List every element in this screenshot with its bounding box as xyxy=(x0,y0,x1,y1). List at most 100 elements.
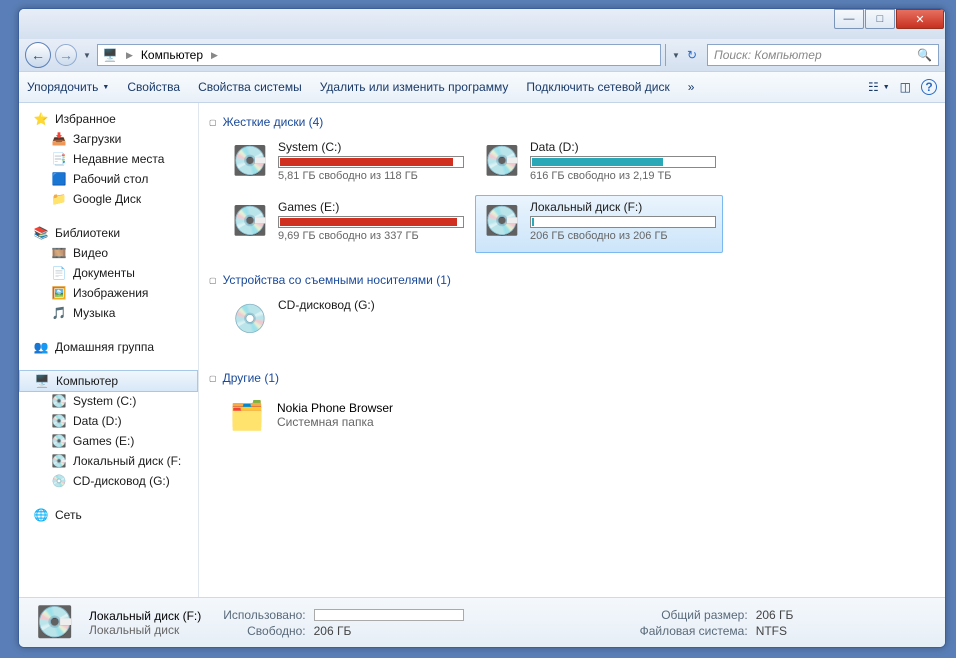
cd-icon: 💿 xyxy=(51,473,67,489)
sidebar-item-pictures[interactable]: 🖼️Изображения xyxy=(19,283,198,303)
nav-history-dropdown[interactable]: ▼ xyxy=(81,44,93,66)
video-icon: 🎞️ xyxy=(51,245,67,261)
drive-tile[interactable]: 💽System (C:)5,81 ГБ свободно из 118 ГБ xyxy=(223,135,471,193)
computer-icon: 🖥️ xyxy=(102,47,118,63)
more-commands[interactable]: » xyxy=(688,80,695,94)
back-button[interactable]: ← xyxy=(25,42,51,68)
status-free-label: Свободно: xyxy=(223,624,305,638)
recent-icon: 📑 xyxy=(51,151,67,167)
drive-free-text: 206 ГБ свободно из 206 ГБ xyxy=(530,230,716,242)
hdd-icon: 💽 xyxy=(482,140,522,180)
drive-cd[interactable]: 💿 CD-дисковод (G:) xyxy=(223,293,471,351)
drive-name: Локальный диск (F:) xyxy=(530,200,716,214)
chevron-right-icon[interactable]: ▶ xyxy=(124,50,135,61)
drive-free-text: 9,69 ГБ свободно из 337 ГБ xyxy=(278,230,464,242)
properties-button[interactable]: Свойства xyxy=(127,80,180,94)
hdd-icon: 💽 xyxy=(230,200,270,240)
hdd-icon: 💽 xyxy=(482,200,522,240)
group-other[interactable]: ▢Другие (1) xyxy=(209,367,935,391)
address-bar: ← → ▼ 🖥️ ▶ Компьютер ▶ ▼ ↻ Поиск: Компью… xyxy=(19,39,945,71)
chevron-right-icon[interactable]: ▶ xyxy=(209,50,220,61)
group-hard-disks[interactable]: ▢Жесткие диски (4) xyxy=(209,111,935,135)
computer-icon: 🖥️ xyxy=(34,373,50,389)
address-dropdown[interactable]: ▼ ↻ xyxy=(665,44,703,66)
sidebar-libraries[interactable]: 📚Библиотеки xyxy=(19,223,198,243)
map-drive-button[interactable]: Подключить сетевой диск xyxy=(526,80,669,94)
hdd-icon: 💽 xyxy=(230,140,270,180)
drive-usage-bar xyxy=(530,156,716,168)
sidebar-item-desktop[interactable]: 🟦Рабочий стол xyxy=(19,169,198,189)
system-properties-button[interactable]: Свойства системы xyxy=(198,80,302,94)
sidebar-favorites[interactable]: ⭐Избранное xyxy=(19,109,198,129)
status-total-value: 206 ГБ xyxy=(756,608,794,622)
navigation-pane[interactable]: ⭐Избранное 📥Загрузки 📑Недавние места 🟦Ра… xyxy=(19,103,199,597)
homegroup-icon: 👥 xyxy=(33,339,49,355)
drive-tile[interactable]: 💽 Games (E:) 9,69 ГБ свободно из 337 ГБ xyxy=(223,195,471,253)
sidebar-computer[interactable]: 🖥️Компьютер xyxy=(19,370,198,392)
command-bar: Упорядочить ▼ Свойства Свойства системы … xyxy=(19,71,945,103)
forward-button[interactable]: → xyxy=(55,44,77,66)
drive-icon: 💽 xyxy=(51,393,67,409)
sidebar-item-downloads[interactable]: 📥Загрузки xyxy=(19,129,198,149)
search-icon[interactable]: 🔍 xyxy=(917,48,932,62)
collapse-icon[interactable]: ▢ xyxy=(209,118,217,127)
close-button[interactable]: ✕ xyxy=(896,9,944,29)
title-bar[interactable]: — □ ✕ xyxy=(19,9,945,39)
collapse-icon[interactable]: ▢ xyxy=(209,374,217,383)
uninstall-button[interactable]: Удалить или изменить программу xyxy=(320,80,509,94)
sidebar-item-drive-c[interactable]: 💽System (C:) xyxy=(19,391,198,411)
star-icon: ⭐ xyxy=(33,111,49,127)
drive-icon: 💽 xyxy=(51,453,67,469)
content-pane[interactable]: ▢Жесткие диски (4) 💽System (C:)5,81 ГБ с… xyxy=(199,103,945,597)
other-item-nokia[interactable]: 🗂️ Nokia Phone Browser Системная папка xyxy=(223,391,935,439)
sidebar-item-drive-g[interactable]: 💿CD-дисковод (G:) xyxy=(19,471,198,491)
sidebar-item-music[interactable]: 🎵Музыка xyxy=(19,303,198,323)
minimize-button[interactable]: — xyxy=(834,9,864,29)
pictures-icon: 🖼️ xyxy=(51,285,67,301)
drive-free-text: 616 ГБ свободно из 2,19 ТБ xyxy=(530,170,716,182)
drive-icon: 💽 xyxy=(51,413,67,429)
folder-icon: 🗂️ xyxy=(227,395,267,435)
music-icon: 🎵 xyxy=(51,305,67,321)
maximize-button[interactable]: □ xyxy=(865,9,895,29)
cd-drive-icon: 💿 xyxy=(230,298,270,338)
collapse-icon[interactable]: ▢ xyxy=(209,276,217,285)
status-used-label: Использовано: xyxy=(223,608,305,622)
drive-icon: 💽 xyxy=(31,603,79,643)
sidebar-network[interactable]: 🌐Сеть xyxy=(19,505,198,525)
explorer-body: ⭐Избранное 📥Загрузки 📑Недавние места 🟦Ра… xyxy=(19,103,945,597)
sidebar-homegroup[interactable]: 👥Домашняя группа xyxy=(19,337,198,357)
sidebar-item-videos[interactable]: 🎞️Видео xyxy=(19,243,198,263)
status-subtitle: Локальный диск xyxy=(89,623,201,637)
preview-pane-button[interactable]: ◫ xyxy=(900,80,911,94)
downloads-icon: 📥 xyxy=(51,131,67,147)
search-input[interactable]: Поиск: Компьютер 🔍 xyxy=(707,44,939,66)
status-fs-value: NTFS xyxy=(756,624,794,638)
view-options-button[interactable]: ☷ ▼ xyxy=(868,80,890,94)
drive-tile[interactable]: 💽 Data (D:) 616 ГБ свободно из 2,19 ТБ xyxy=(475,135,723,193)
drive-name: Games (E:) xyxy=(278,200,464,214)
sidebar-item-drive-e[interactable]: 💽Games (E:) xyxy=(19,431,198,451)
gdrive-icon: 📁 xyxy=(51,191,67,207)
sidebar-item-gdrive[interactable]: 📁Google Диск xyxy=(19,189,198,209)
drive-name: System (C:) xyxy=(278,140,464,154)
drive-name: Data (D:) xyxy=(530,140,716,154)
document-icon: 📄 xyxy=(51,265,67,281)
explorer-window: — □ ✕ ← → ▼ 🖥️ ▶ Компьютер ▶ ▼ ↻ Поиск: … xyxy=(18,8,946,648)
sidebar-item-recent[interactable]: 📑Недавние места xyxy=(19,149,198,169)
drive-tile[interactable]: 💽 Локальный диск (F:) 206 ГБ свободно из 2… xyxy=(475,195,723,253)
desktop-icon: 🟦 xyxy=(51,171,67,187)
organize-menu[interactable]: Упорядочить ▼ xyxy=(27,80,109,94)
search-placeholder: Поиск: Компьютер xyxy=(714,48,822,62)
help-button[interactable]: ? xyxy=(921,79,937,95)
status-used-bar xyxy=(314,609,464,621)
sidebar-item-documents[interactable]: 📄Документы xyxy=(19,263,198,283)
group-removable[interactable]: ▢Устройства со съемными носителями (1) xyxy=(209,269,935,293)
sidebar-item-drive-f[interactable]: 💽Локальный диск (F: xyxy=(19,451,198,471)
breadcrumb-bar[interactable]: 🖥️ ▶ Компьютер ▶ xyxy=(97,44,661,66)
breadcrumb-root[interactable]: Компьютер xyxy=(141,48,203,62)
drive-usage-bar xyxy=(278,216,464,228)
sidebar-item-drive-d[interactable]: 💽Data (D:) xyxy=(19,411,198,431)
chevron-down-icon: ▼ xyxy=(102,84,109,91)
status-fs-label: Файловая система: xyxy=(640,624,748,638)
